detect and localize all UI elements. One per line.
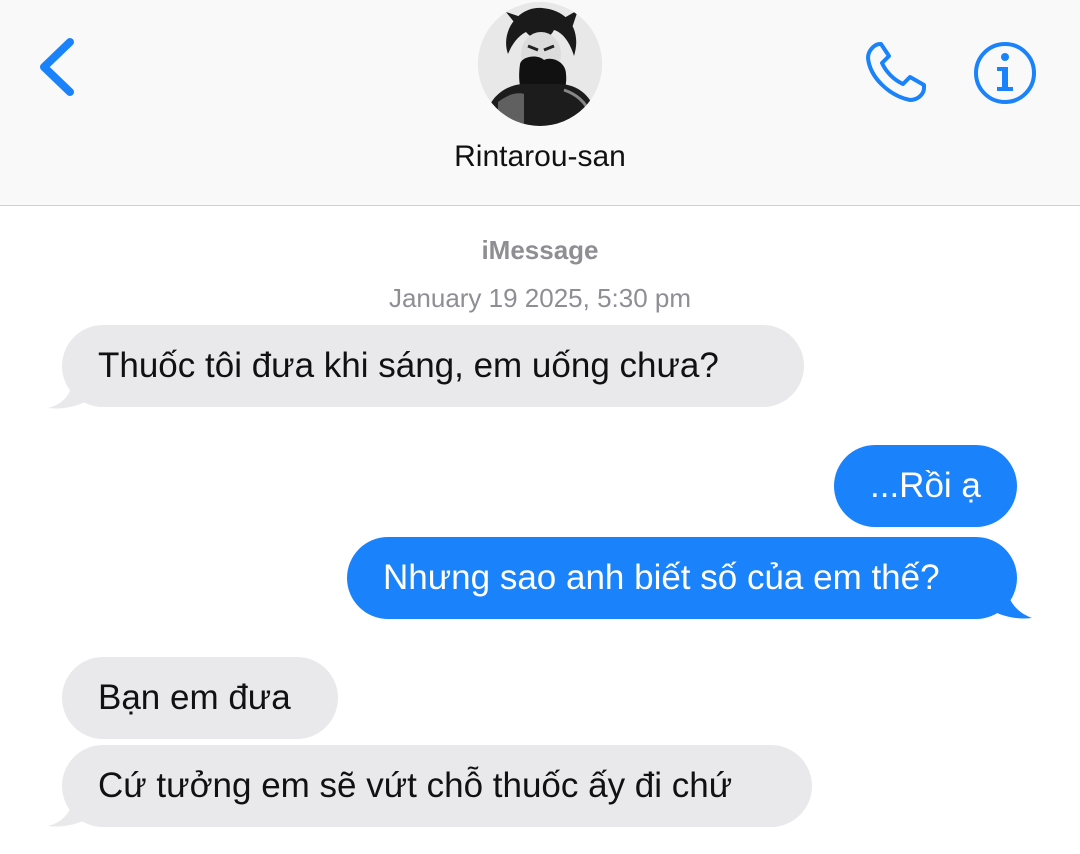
message-bubble-sent[interactable]: ...Rồi ạ [834,445,1017,527]
conversation-timestamp: January 19 2025, 5:30 pm [388,283,692,313]
message-bubble-received[interactable]: Thuốc tôi đưa khi sáng, em uống chưa? [62,325,804,407]
info-icon [974,42,1036,104]
chevron-left-icon [40,38,74,96]
conversation-header: Rintarou-san [0,0,1080,206]
info-button[interactable] [972,40,1038,106]
message-bubble-sent[interactable]: Nhưng sao anh biết số của em thế? [347,537,1017,619]
call-button[interactable] [858,36,934,108]
message-bubble-received[interactable]: Cứ tưởng em sẽ vứt chỗ thuốc ấy đi chứ [62,745,812,827]
messages-screen: Rintarou-san iMessage January 19 2025, 5… [0,0,1080,854]
contact-avatar[interactable] [478,2,602,126]
avatar-image [478,2,602,126]
phone-icon [866,42,926,102]
contact-name[interactable]: Rintarou-san [0,140,1080,174]
service-label: iMessage [481,235,599,265]
message-bubble-received[interactable]: Bạn em đưa [62,657,338,739]
back-button[interactable] [30,30,90,102]
